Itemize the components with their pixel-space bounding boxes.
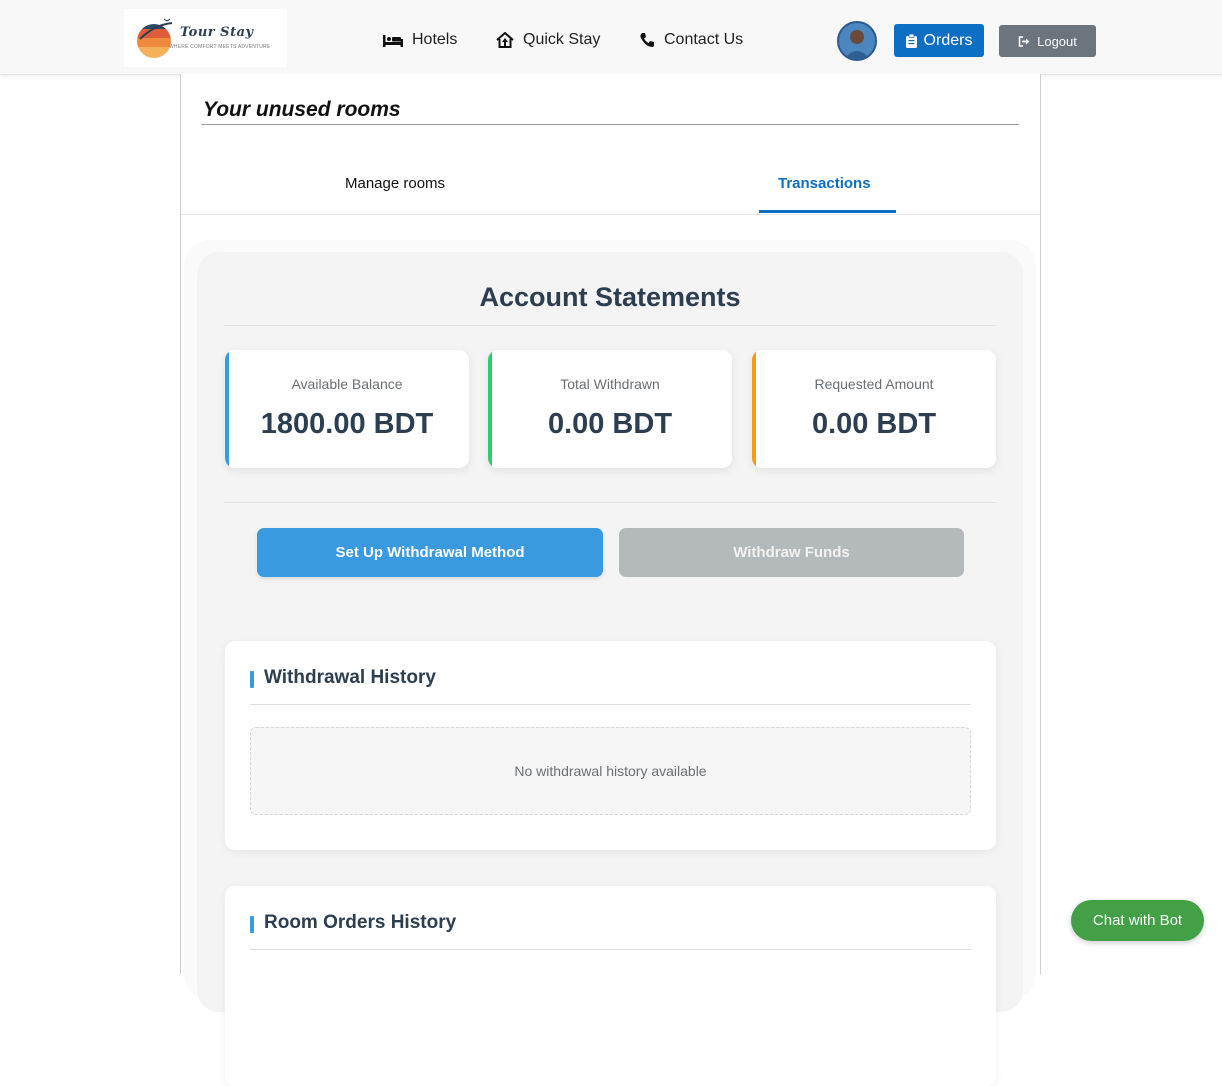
requested-amount-card: Requested Amount 0.00 BDT — [752, 350, 996, 468]
nav-hotels-link[interactable]: Hotels — [383, 31, 457, 49]
stat-label: Requested Amount — [814, 376, 934, 392]
house-icon — [496, 32, 514, 48]
stat-label: Available Balance — [291, 376, 403, 392]
nav-hotels-label: Hotels — [412, 31, 458, 48]
logout-button[interactable]: Logout — [999, 25, 1096, 57]
withdraw-funds-button[interactable]: Withdraw Funds — [619, 528, 964, 577]
stat-label: Total Withdrawn — [560, 376, 660, 392]
phone-icon — [640, 33, 654, 47]
top-navbar: Tour Stay WHERE COMFORT MEETS ADVENTURE … — [0, 0, 1222, 75]
heading-divider — [201, 124, 1019, 125]
main-panel: Your unused rooms Manage rooms Transacti… — [180, 74, 1041, 1086]
section-divider — [250, 949, 971, 950]
avatar-icon — [839, 23, 875, 59]
setup-withdrawal-method-button[interactable]: Set Up Withdrawal Method — [257, 528, 603, 577]
tab-transactions[interactable]: Transactions — [778, 175, 871, 192]
tabs-divider — [181, 214, 1040, 215]
logout-label: Logout — [1037, 33, 1077, 49]
user-avatar[interactable] — [837, 21, 877, 61]
statements-divider — [224, 325, 996, 326]
section-accent-bar — [250, 916, 254, 933]
withdrawal-history-title: Withdrawal History — [264, 667, 436, 688]
sunset-logo-icon — [137, 18, 173, 58]
available-balance-card: Available Balance 1800.00 BDT — [225, 350, 469, 468]
withdrawal-history-card: Withdrawal History No withdrawal history… — [225, 641, 996, 850]
stat-value: 0.00 BDT — [547, 408, 673, 440]
brand-logo[interactable]: Tour Stay WHERE COMFORT MEETS ADVENTURE — [124, 9, 287, 67]
brand-tagline: WHERE COMFORT MEETS ADVENTURE — [169, 44, 271, 50]
statements-title: Account Statements — [479, 282, 741, 312]
nav-quick-stay-label: Quick Stay — [523, 31, 601, 48]
empty-state-message: No withdrawal history available — [250, 727, 971, 815]
account-statements-panel: Account Statements Available Balance 180… — [197, 252, 1023, 1086]
bed-icon — [383, 35, 403, 47]
clipboard-icon — [905, 33, 917, 48]
room-orders-history-card: Room Orders History — [225, 886, 996, 1086]
active-tab-indicator — [759, 210, 896, 213]
chat-with-bot-button[interactable]: Chat with Bot — [1071, 900, 1204, 941]
nav-quick-stay-link[interactable]: Quick Stay — [496, 31, 600, 49]
stat-value: 0.00 BDT — [811, 408, 937, 440]
section-accent-bar — [250, 671, 254, 688]
brand-title: Tour Stay — [180, 25, 254, 40]
nav-contact-label: Contact Us — [664, 31, 744, 48]
nav-contact-link[interactable]: Contact Us — [639, 31, 743, 49]
orders-button[interactable]: Orders — [894, 24, 984, 57]
stat-value: 1800.00 BDT — [260, 408, 434, 440]
orders-label: Orders — [923, 31, 973, 49]
page-title: Your unused rooms — [203, 98, 401, 121]
tab-manage-rooms[interactable]: Manage rooms — [345, 175, 445, 192]
sign-out-icon — [1018, 35, 1030, 47]
total-withdrawn-card: Total Withdrawn 0.00 BDT — [488, 350, 732, 468]
room-orders-history-title: Room Orders History — [264, 912, 457, 933]
section-divider — [250, 704, 971, 705]
actions-divider — [224, 502, 996, 503]
